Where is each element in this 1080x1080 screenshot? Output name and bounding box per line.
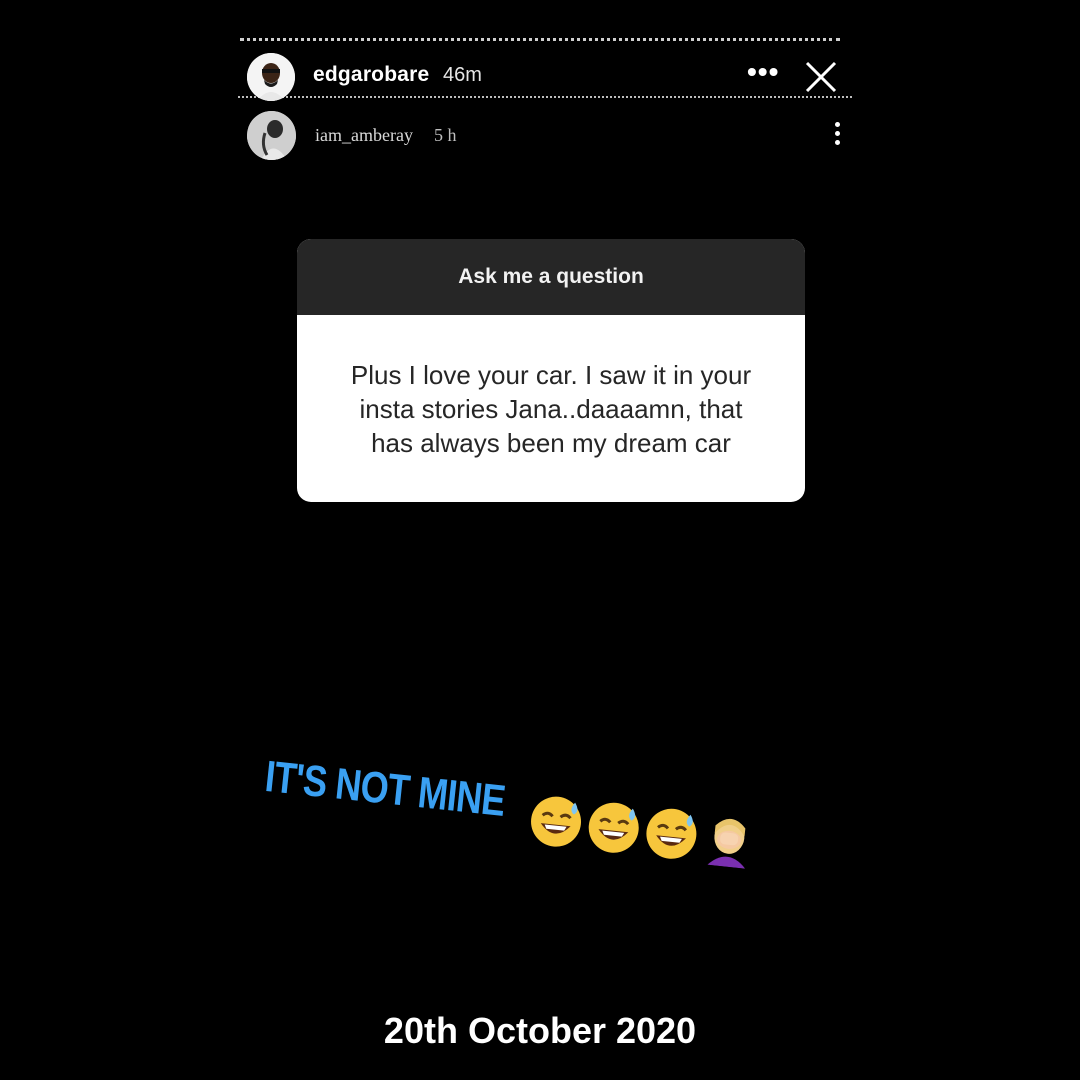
- question-sticker: Ask me a question Plus I love your car. …: [297, 239, 805, 502]
- question-line: insta stories Jana..daaaamn, that: [359, 393, 743, 424]
- kebab-menu-icon[interactable]: [830, 122, 844, 150]
- shared-author-username[interactable]: iam_amberay: [315, 125, 413, 146]
- facepalm-emoji-icon: [707, 818, 746, 869]
- close-icon[interactable]: [804, 60, 838, 94]
- question-sticker-header: Ask me a question: [297, 239, 805, 315]
- story-author-username[interactable]: edgarobare: [313, 63, 429, 87]
- date-caption: 20th October 2020: [383, 1010, 697, 1051]
- avatar-person-icon: [247, 53, 295, 101]
- reply-emojis: [526, 792, 758, 870]
- question-sticker-text: Plus I love your car. I saw it in your i…: [297, 315, 805, 502]
- sweat-smile-emoji-icon: [588, 802, 639, 853]
- story-more-options-icon[interactable]: •••: [747, 56, 779, 88]
- avatar-person-icon: [247, 111, 296, 160]
- sweat-smile-emoji-icon: [531, 796, 582, 847]
- shared-author-avatar[interactable]: [247, 111, 296, 160]
- story-author-avatar[interactable]: [247, 53, 295, 101]
- shared-story-progress-bar: [238, 96, 852, 98]
- shared-timestamp: 5 h: [434, 125, 457, 145]
- question-line: has always been my dream car: [371, 427, 731, 458]
- story-timestamp: 46m: [443, 64, 482, 86]
- reply-text: IT'S NOT MINE: [262, 752, 508, 826]
- question-line: Plus I love your car. I saw it in your: [350, 359, 752, 390]
- sweat-smile-emoji-icon: [646, 808, 697, 859]
- story-progress-bar: [240, 38, 840, 41]
